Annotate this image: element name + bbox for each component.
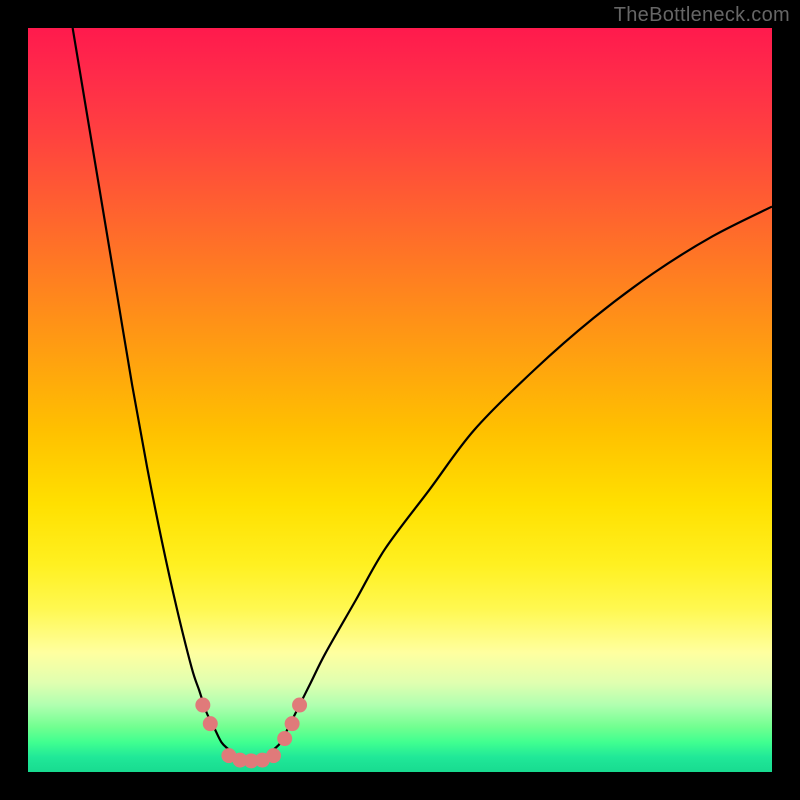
watermark-text: TheBottleneck.com	[614, 4, 790, 27]
data-marker	[195, 698, 210, 713]
chart-svg	[28, 28, 772, 772]
plot-area	[28, 28, 772, 772]
data-marker	[292, 698, 307, 713]
marker-group	[195, 698, 307, 769]
data-marker	[277, 731, 292, 746]
curve-group	[73, 28, 772, 761]
data-marker	[266, 748, 281, 763]
data-marker	[285, 716, 300, 731]
data-marker	[203, 716, 218, 731]
bottleneck-curve	[73, 28, 772, 761]
chart-frame: TheBottleneck.com	[0, 0, 800, 800]
